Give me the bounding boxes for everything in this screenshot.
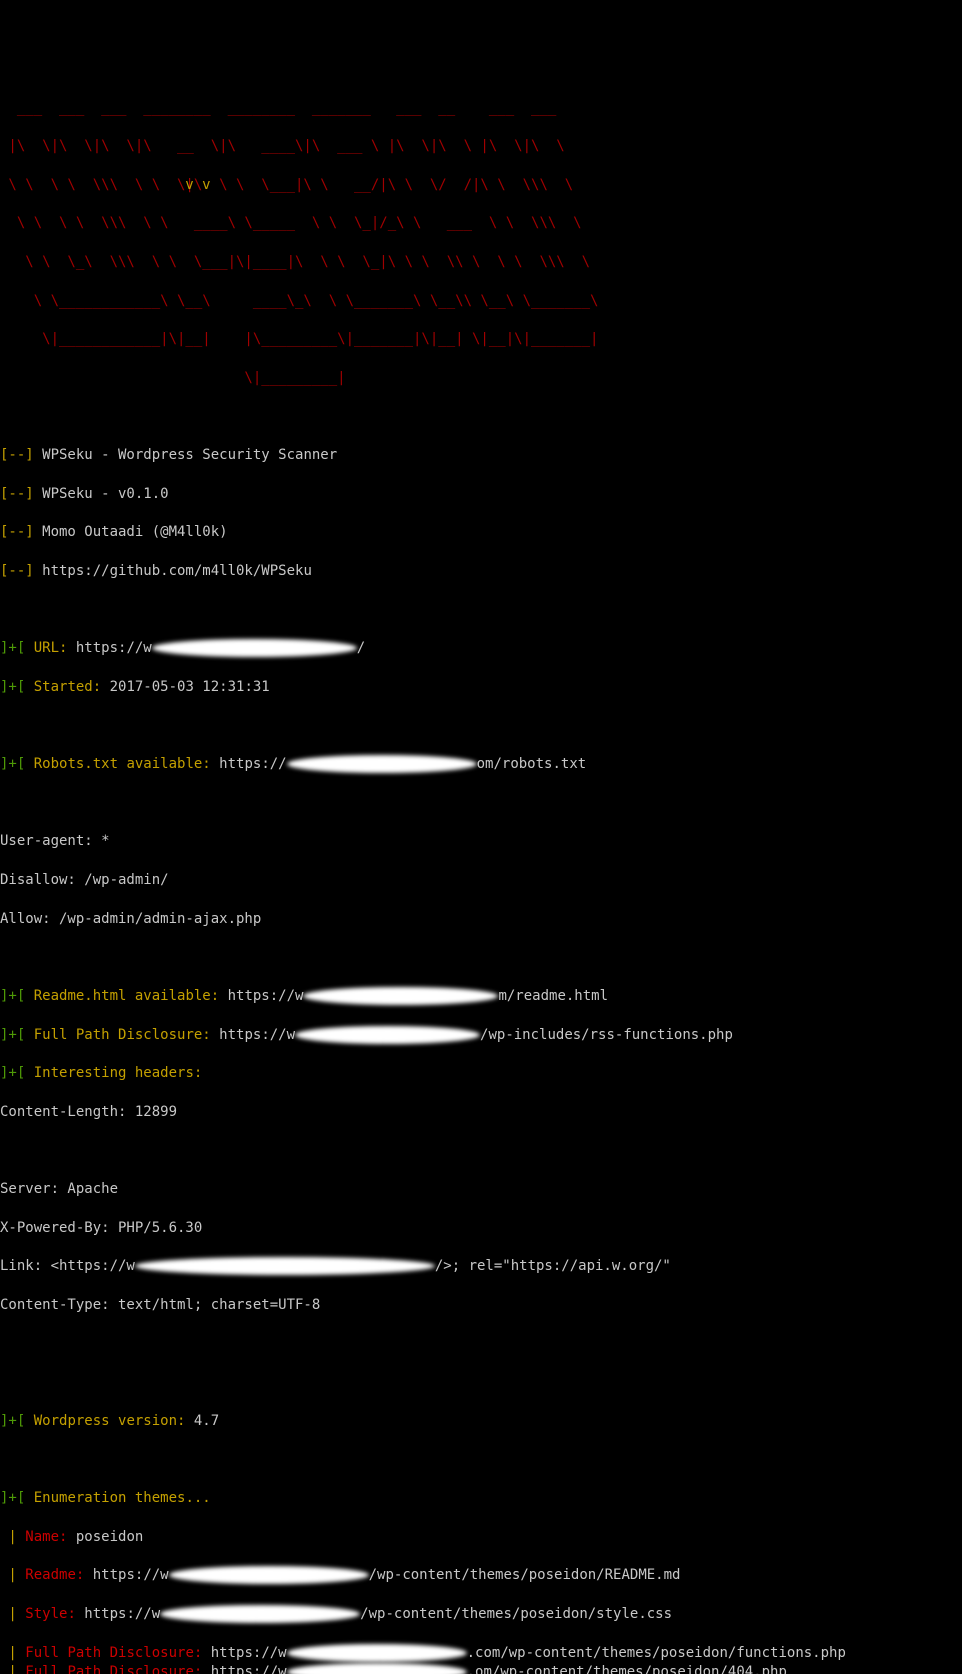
- readme-line: ]+[ Readme.html available: https://wm/re…: [0, 987, 962, 1006]
- header-content-length: Content-Length: 12899: [0, 1103, 962, 1122]
- terminal-output: ___ ___ ___ ________ ________ _______ __…: [0, 79, 962, 1674]
- redacted-domain: [169, 1566, 369, 1584]
- theme-name: | Name: poseidon: [0, 1528, 962, 1547]
- header-line: [--] Momo Outaadi (@M4ll0k): [0, 523, 962, 542]
- robots-line: ]+[ Robots.txt available: https://om/rob…: [0, 755, 962, 774]
- theme-fpd-item: | Full Path Disclosure: https://w.com/wp…: [0, 1644, 962, 1663]
- redacted-domain: [303, 987, 498, 1005]
- theme-fpd-item: | Full Path Disclosure: https://w.om/wp-…: [0, 1663, 962, 1674]
- enum-themes-line: ]+[ Enumeration themes...: [0, 1489, 962, 1508]
- started-line: ]+[ Started: 2017-05-03 12:31:31: [0, 678, 962, 697]
- redacted-domain: [135, 1257, 435, 1275]
- robots-body: Allow: /wp-admin/admin-ajax.php: [0, 910, 962, 929]
- redacted-domain: [295, 1026, 480, 1044]
- header-xpb: X-Powered-By: PHP/5.6.30: [0, 1219, 962, 1238]
- wp-version-line: ]+[ Wordpress version: 4.7: [0, 1412, 962, 1431]
- header-line: [--] https://github.com/m4ll0k/WPSeku: [0, 562, 962, 581]
- theme-fpd-list: | Full Path Disclosure: https://w.com/wp…: [0, 1644, 962, 1674]
- redacted-domain: [287, 1644, 467, 1662]
- url-line: ]+[ URL: https://w/: [0, 639, 962, 658]
- robots-body: Disallow: /wp-admin/: [0, 871, 962, 890]
- redacted-domain: [287, 755, 477, 773]
- header-line: [--] WPSeku - Wordpress Security Scanner: [0, 446, 962, 465]
- redacted-domain: [287, 1663, 467, 1674]
- robots-body: User-agent: *: [0, 832, 962, 851]
- header-server: Server: Apache: [0, 1180, 962, 1199]
- theme-style: | Style: https://w/wp-content/themes/pos…: [0, 1605, 962, 1624]
- redacted-domain: [160, 1605, 360, 1623]
- theme-readme: | Readme: https://w/wp-content/themes/po…: [0, 1566, 962, 1585]
- fpd-line: ]+[ Full Path Disclosure: https://w/wp-i…: [0, 1026, 962, 1045]
- header-content-type: Content-Type: text/html; charset=UTF-8: [0, 1296, 962, 1315]
- header-line: [--] WPSeku - v0.1.0: [0, 485, 962, 504]
- headers-line: ]+[ Interesting headers:: [0, 1064, 962, 1083]
- redacted-domain: [152, 639, 357, 657]
- header-link: Link: <https://w/>; rel="https://api.w.o…: [0, 1257, 962, 1276]
- ascii-art: ___ ___ ___ ________ ________ _______ __…: [0, 99, 962, 118]
